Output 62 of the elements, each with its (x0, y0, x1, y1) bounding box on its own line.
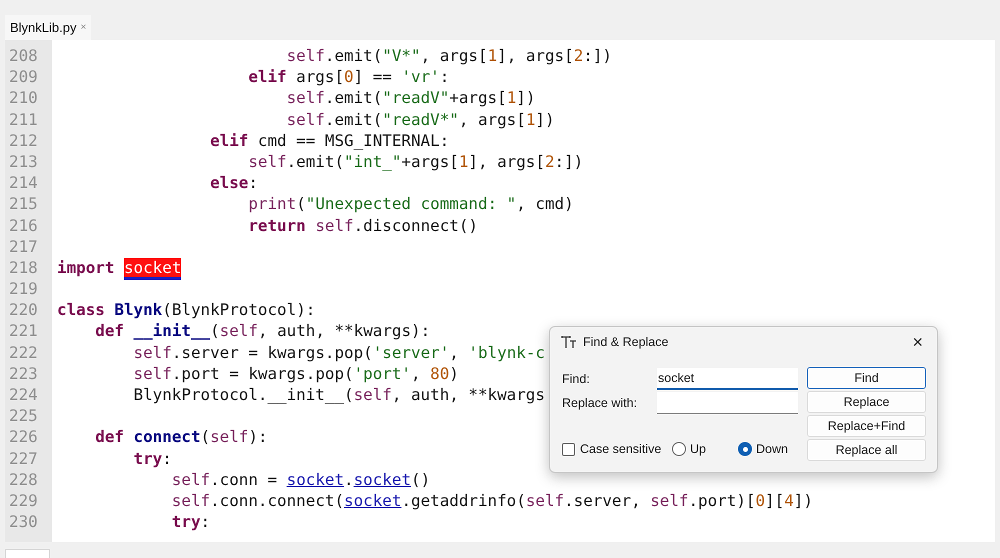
line-number: 218 (8, 256, 39, 278)
line-number: 221 (8, 320, 39, 342)
line-number: 216 (8, 214, 39, 236)
file-tab[interactable]: BlynkLib.py × (5, 15, 92, 40)
line-number: 223 (8, 362, 39, 384)
line-number: 208 (8, 45, 39, 66)
replace-field[interactable] (657, 392, 798, 414)
line-number: 210 (8, 87, 39, 109)
code-line: self.conn = socket.socket() (170, 470, 430, 489)
dialog-title: Find & Replace (583, 334, 668, 351)
line-number: 215 (8, 193, 39, 214)
code-link[interactable]: socket (286, 470, 344, 489)
code-line: print("Unexpected command: ", cmd) (247, 194, 574, 214)
line-number: 220 (8, 299, 39, 320)
line-number: 209 (8, 66, 39, 88)
field-label: Find: (562, 370, 591, 388)
code-line: try: (132, 448, 172, 468)
direction-radio[interactable]: Up (672, 440, 738, 458)
code-line: self.emit("int_"+args[1], args[2:]) (247, 152, 584, 171)
field-label: Replace with: (562, 394, 638, 412)
code-line: def connect(self): (94, 427, 268, 446)
line-number: 230 (8, 511, 39, 532)
code-line: import socket (57, 258, 182, 280)
code-line: def __init__(self, auth, **kwargs): (94, 321, 430, 340)
case-sensitive-checkbox[interactable]: Case sensitive (562, 440, 672, 458)
find-field[interactable]: socket (657, 368, 798, 390)
code-link[interactable]: socket (354, 470, 412, 489)
code-line: self.conn.connect(socket.getaddrinfo(self.server, self.port)[0][4]) (170, 490, 813, 510)
code-line: try: (170, 512, 210, 532)
code-line: else: (209, 173, 258, 192)
line-number: 226 (8, 426, 39, 448)
line-number: 225 (8, 405, 39, 426)
line-number: 229 (8, 490, 39, 512)
code-line: BlynkProtocol.__init__(self, auth, **kwargs (132, 385, 545, 404)
code-line: return self.disconnect() (247, 216, 478, 234)
code-line: self.emit("V*", args[1], args[2:]) (286, 46, 612, 65)
line-number: 213 (8, 150, 39, 172)
code-line: elif cmd == MSG_INTERNAL: (209, 130, 450, 150)
code-line: self.emit("readV*", args[1]) (286, 110, 555, 129)
direction-radio[interactable]: Down (738, 440, 788, 458)
code-link[interactable]: socket (344, 490, 402, 510)
line-number: 228 (8, 468, 39, 490)
code-line: self.emit("readV"+args[1]) (286, 88, 536, 108)
dialog-button[interactable]: Replace (807, 391, 926, 413)
text-icon (561, 335, 577, 349)
line-number: 227 (8, 448, 39, 469)
line-number: 211 (8, 108, 39, 130)
line-number: 217 (8, 236, 39, 257)
search-highlight: socket (124, 258, 182, 280)
line-number: 222 (8, 342, 39, 363)
line-number: 214 (8, 172, 39, 194)
code-line: self.port = kwargs.pop('port', 80) (132, 364, 459, 383)
dialog-button[interactable]: Replace+Find (807, 415, 926, 437)
dialog-button[interactable]: Find (807, 367, 926, 389)
code-line: elif args[0] == 'vr': (247, 67, 450, 86)
line-number: 219 (8, 278, 39, 300)
dialog-button[interactable]: Replace all (807, 439, 926, 461)
close-button[interactable]: × (908, 333, 927, 351)
code-line: class Blynk(BlynkProtocol): (57, 300, 316, 320)
line-number: 212 (8, 130, 39, 151)
line-number: 224 (8, 384, 39, 406)
code-line: self.server = kwargs.pop('server', 'blynk-c (132, 342, 545, 362)
